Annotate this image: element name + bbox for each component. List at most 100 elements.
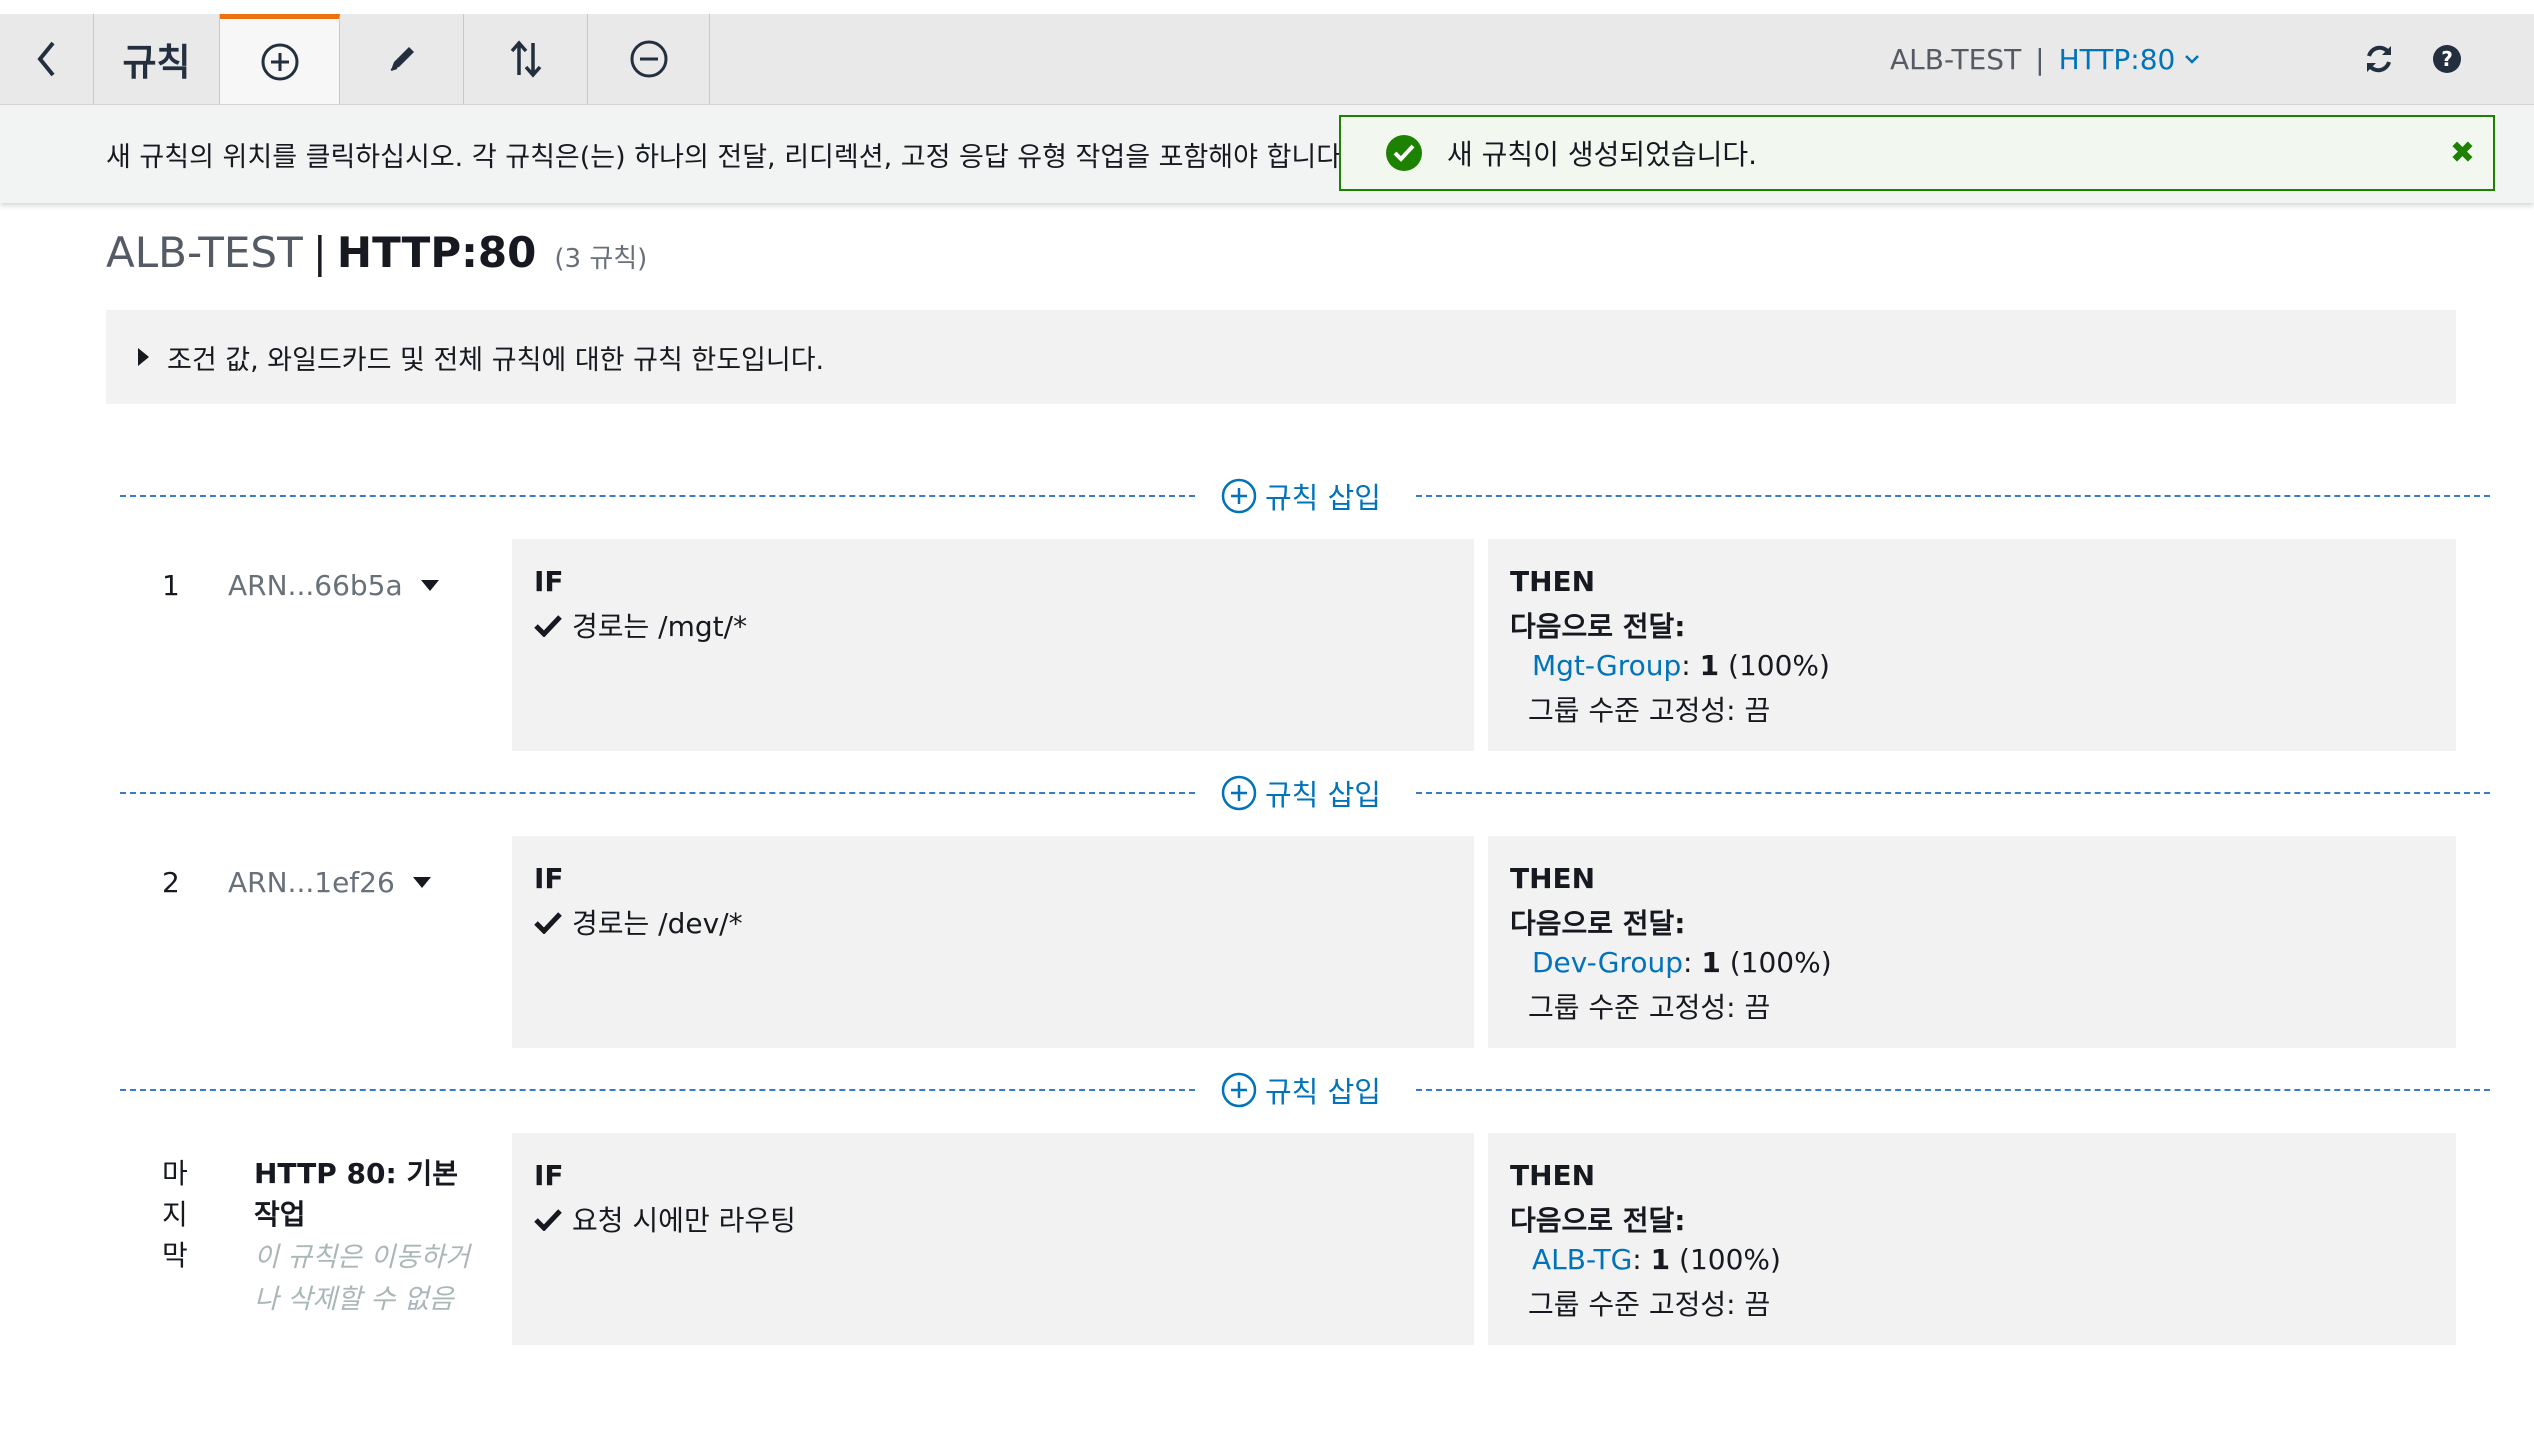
listener-name: HTTP:80 [2058,42,2176,76]
add-rule-button[interactable] [220,14,340,104]
target-group-link[interactable]: Mgt-Group [1532,649,1681,682]
target-group-link[interactable]: ALB-TG [1532,1243,1632,1276]
condition-item: 경로는 /mgt/* [534,605,747,645]
refresh-button[interactable] [2362,14,2396,104]
then-label: THEN [1510,862,1596,895]
page-title: ALB-TEST | HTTP:80 (3 규칙) [106,228,647,277]
insert-rule-row: 규칙 삽입 [120,1070,2490,1110]
condition-text: 경로는 /mgt/* [572,610,748,643]
lb-name: ALB-TEST [1890,42,2022,76]
stickiness-text: 그룹 수준 고정성: 끔 [1528,694,1771,727]
insert-rule-label: 규칙 삽입 [1265,778,1381,812]
plus-circle-icon [1221,775,1257,811]
edit-rules-button[interactable] [340,14,464,104]
weight-separator: : [1632,1243,1642,1276]
plus-circle-icon [261,43,298,80]
target-percent: (100%) [1728,649,1830,682]
rule-conditions: IF 경로는 /dev/* [512,836,1474,1048]
stickiness-text: 그룹 수준 고정성: 끔 [1528,991,1771,1024]
caret-down-icon [412,877,431,888]
insert-rule-label: 규칙 삽입 [1265,481,1381,515]
caret-down-icon [420,580,439,591]
if-label: IF [534,565,564,598]
alert-text: 새 규칙이 생성되었습니다. [1447,138,1758,171]
last-rule-char: 지 [162,1198,188,1231]
insert-rule-row: 규칙 삽입 [120,476,2490,516]
rule-actions: THEN 다음으로 전달: ALB-TG: 1 (100%) 그룹 수준 고정성… [1488,1133,2456,1345]
svg-text:?: ? [2441,47,2453,71]
chevron-left-icon [36,41,55,77]
target-group-line: ALB-TG: 1 (100%) [1532,1243,1781,1276]
target-weight: 1 [1650,1243,1671,1276]
insert-rule-button[interactable]: 규칙 삽입 [1221,476,1381,516]
delete-rules-button[interactable] [588,14,710,104]
insert-divider [120,792,1195,794]
close-icon[interactable]: ✖ [2450,136,2475,171]
pencil-icon [390,47,414,71]
last-rule-char: 막 [162,1239,188,1272]
checkmark-icon [534,615,562,637]
help-button[interactable]: ? [2432,14,2462,104]
insert-rule-row: 규칙 삽입 [120,773,2490,813]
refresh-icon [2367,45,2391,73]
insert-divider [1416,495,2490,497]
chevron-down-icon [2185,55,2200,64]
target-weight: 1 [1699,649,1720,682]
target-percent: (100%) [1729,946,1832,979]
rules-toolbar: 규칙 ALB-TEST | HTTP:80 ? [0,14,2534,105]
plus-circle-icon [1221,1072,1257,1108]
insert-divider [1416,1089,2490,1091]
then-label: THEN [1510,565,1596,598]
rule-actions: THEN 다음으로 전달: Mgt-Group: 1 (100%) 그룹 수준 … [1488,539,2456,751]
rule-actions: THEN 다음으로 전달: Dev-Group: 1 (100%) 그룹 수준 … [1488,836,2456,1048]
limits-info-text: 조건 값, 와일드카드 및 전체 규칙에 대한 규칙 한도입니다. [167,344,825,376]
rule-number: 2 [162,866,180,899]
last-rule-label: 마 지 막 [162,1153,190,1276]
caret-right-icon [138,348,149,366]
condition-item: 경로는 /dev/* [534,902,743,942]
if-label: IF [534,862,564,895]
insert-rule-button[interactable]: 규칙 삽입 [1221,1070,1381,1110]
condition-text: 경로는 /dev/* [572,907,743,940]
insert-divider [120,495,1195,497]
plus-circle-icon [1221,478,1257,514]
condition-item: 요청 시에만 라우팅 [534,1199,796,1239]
minus-circle-icon [630,40,667,78]
instruction-text: 새 규칙의 위치를 클릭하십시오. 각 규칙은(는) 하나의 전달, 리디렉션,… [106,141,1350,173]
sort-arrows-icon [510,40,541,78]
target-group-link[interactable]: Dev-Group [1532,946,1683,979]
limits-info-panel[interactable]: 조건 값, 와일드카드 및 전체 규칙에 대한 규칙 한도입니다. [106,310,2456,404]
success-alert: 새 규칙이 생성되었습니다. ✖ [1339,115,2495,191]
forward-label: 다음으로 전달: [1510,907,1686,940]
listener-dropdown[interactable]: HTTP:80 [2059,43,2202,76]
insert-rule-label: 규칙 삽입 [1265,1075,1381,1109]
rule-row: 2 ARN...1ef26 IF 경로는 /dev/* THEN 다음으로 전달… [106,836,2456,1048]
back-button[interactable] [0,14,94,104]
checkmark-icon [534,1209,562,1231]
toolbar-title: 규칙 [122,41,191,84]
listener-selector[interactable]: ALB-TEST | HTTP:80 [1890,14,2201,104]
rules-tab: 규칙 [94,14,220,104]
last-rule-char: 마 [162,1157,188,1190]
rule-arn-dropdown[interactable]: ARN...66b5a [228,569,439,602]
target-group-line: Dev-Group: 1 (100%) [1532,946,1832,979]
default-rule-title: HTTP 80: 기본 작업 [254,1157,458,1231]
help-icon: ? [2433,45,2461,73]
rule-arn-dropdown[interactable]: ARN...1ef26 [228,866,431,899]
heading-lb-name: ALB-TEST [106,228,303,277]
default-rule-note: 이 규칙은 이동하거나 삭제할 수 없음 [254,1242,470,1315]
then-label: THEN [1510,1159,1596,1192]
default-rule-row: 마 지 막 HTTP 80: 기본 작업 이 규칙은 이동하거나 삭제할 수 없… [106,1133,2456,1345]
insert-divider [120,1089,1195,1091]
weight-separator: : [1681,649,1691,682]
rule-number: 1 [162,569,180,602]
lb-separator: | [2035,42,2045,76]
insert-divider [1416,792,2490,794]
rule-arn: ARN...66b5a [228,569,403,602]
weight-separator: : [1682,946,1693,979]
forward-label: 다음으로 전달: [1510,610,1686,643]
heading-listener: HTTP:80 [336,228,537,277]
insert-rule-button[interactable]: 규칙 삽입 [1221,773,1381,813]
rule-conditions: IF 요청 시에만 라우팅 [512,1133,1474,1345]
reorder-rules-button[interactable] [464,14,588,104]
